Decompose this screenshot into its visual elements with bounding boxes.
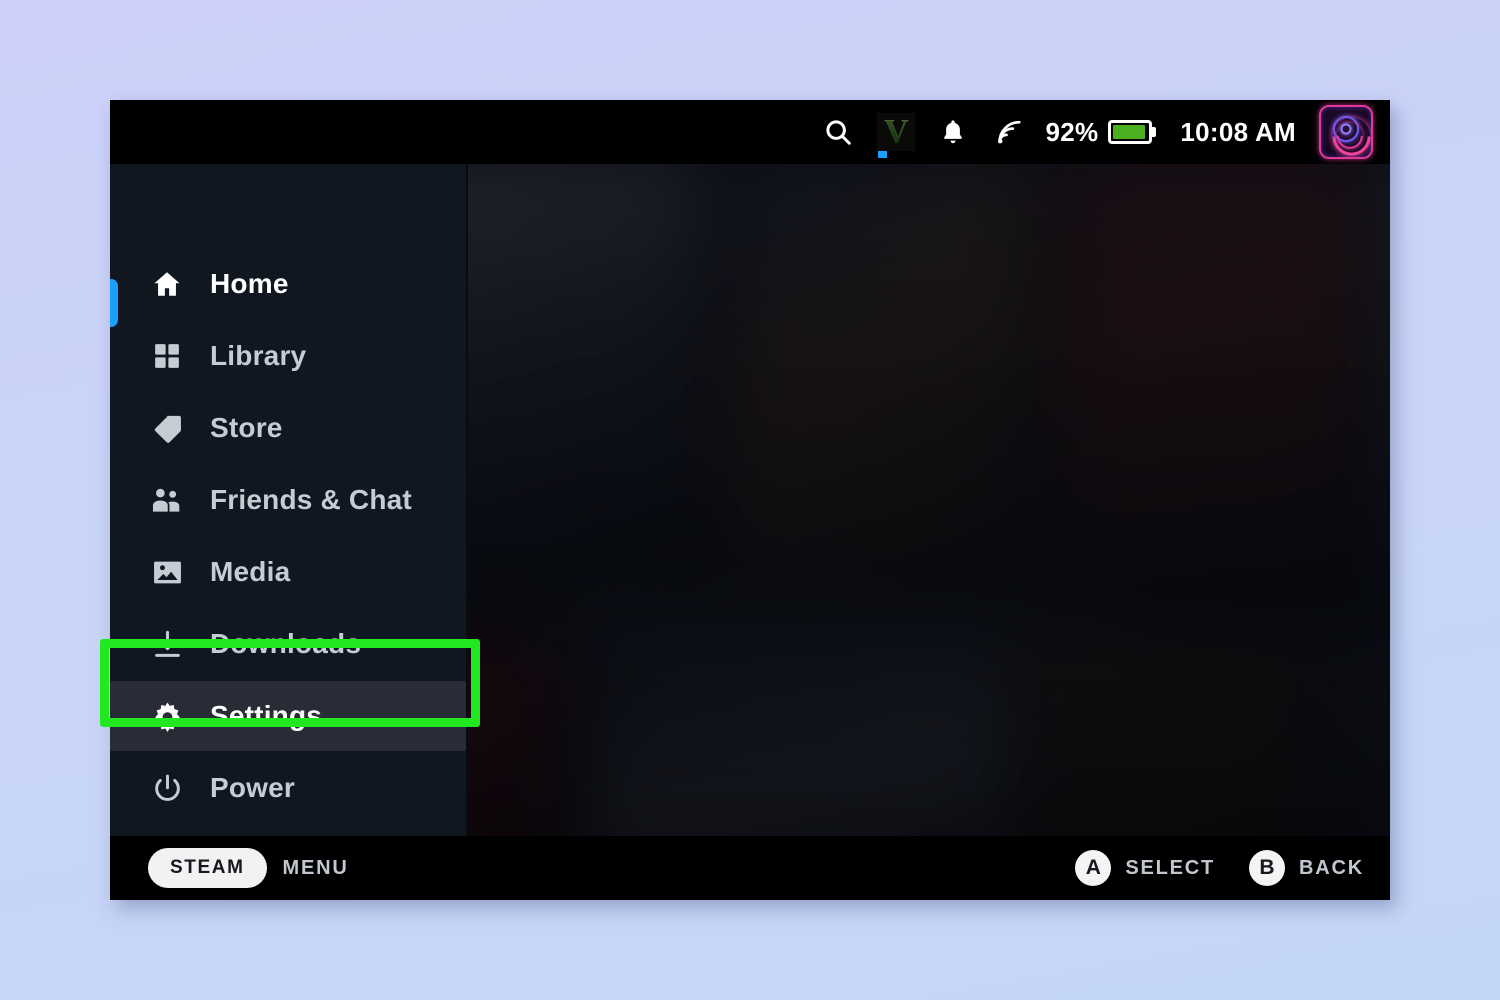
steam-button[interactable]: STEAM — [148, 848, 267, 888]
sidebar-item-label: Settings — [210, 700, 323, 731]
sidebar-item-library[interactable]: Library — [110, 332, 466, 380]
battery-fill-level — [1113, 125, 1145, 139]
sidebar-item-label: Power — [210, 772, 296, 803]
battery-percent-label: 92% — [1045, 116, 1099, 147]
action-back[interactable]: B BACK — [1249, 850, 1364, 886]
grid-icon — [150, 339, 184, 373]
select-label: SELECT — [1125, 856, 1216, 879]
power-icon — [150, 771, 184, 805]
menu-label: MENU — [282, 856, 349, 879]
avatar[interactable] — [1310, 100, 1382, 164]
bottom-action-bar: STEAM MENU A SELECT B BACK — [110, 836, 1390, 900]
a-button-icon: A — [1075, 850, 1112, 886]
sidebar-item-friends[interactable]: Friends & Chat — [110, 476, 466, 524]
gear-icon — [150, 699, 184, 733]
image-icon — [150, 555, 184, 589]
bottom-bar-right: A SELECT B BACK — [1075, 850, 1364, 886]
wifi-signal-icon[interactable] — [981, 100, 1039, 164]
action-select[interactable]: A SELECT — [1075, 850, 1215, 886]
people-icon — [150, 483, 184, 517]
back-label: BACK — [1299, 856, 1364, 879]
sidebar-item-label: Friends & Chat — [210, 484, 412, 515]
sidebar-item-media[interactable]: Media — [110, 548, 466, 596]
download-icon — [150, 627, 184, 661]
sidebar-item-power[interactable]: Power — [110, 764, 466, 812]
status-bar: V 92% 10:08 AM — [110, 100, 1390, 164]
running-game-logo: V — [877, 113, 916, 158]
clock: 10:08 AM — [1164, 100, 1310, 164]
sidebar-item-store[interactable]: Store — [110, 404, 466, 452]
sidebar-item-label: Downloads — [210, 628, 362, 659]
running-indicator-dot — [878, 151, 888, 158]
main-menu-sidebar: Home Library Store Friends & Chat Media … — [110, 164, 468, 900]
sidebar-item-home[interactable]: Home — [110, 260, 466, 308]
user-avatar-image — [1319, 105, 1373, 159]
sidebar-item-label: Store — [210, 412, 283, 443]
battery-status: 92% — [1039, 100, 1164, 164]
gta-v-logo-icon[interactable]: V — [867, 100, 925, 164]
menu-list: Home Library Store Friends & Chat Media … — [110, 260, 466, 836]
tag-icon — [150, 411, 184, 445]
bell-icon[interactable] — [925, 100, 981, 164]
battery-cap — [1152, 127, 1157, 137]
search-icon[interactable] — [809, 100, 867, 164]
sidebar-item-label: Home — [210, 268, 289, 299]
clock-label: 10:08 AM — [1180, 116, 1296, 147]
battery-icon — [1108, 120, 1157, 144]
sidebar-item-label: Media — [210, 556, 291, 587]
avatar-core — [1340, 123, 1352, 135]
bottom-bar-left: STEAM MENU — [148, 848, 349, 888]
sidebar-item-settings[interactable]: Settings — [110, 681, 466, 751]
sidebar-item-label: Library — [210, 340, 307, 371]
steam-deck-screen: V 92% 10:08 AM Home Library Store Friend… — [110, 100, 1390, 900]
b-button-icon: B — [1249, 850, 1286, 886]
home-icon — [150, 267, 184, 301]
game-logo-glyph: V — [884, 113, 909, 150]
sidebar-item-downloads[interactable]: Downloads — [110, 620, 466, 668]
